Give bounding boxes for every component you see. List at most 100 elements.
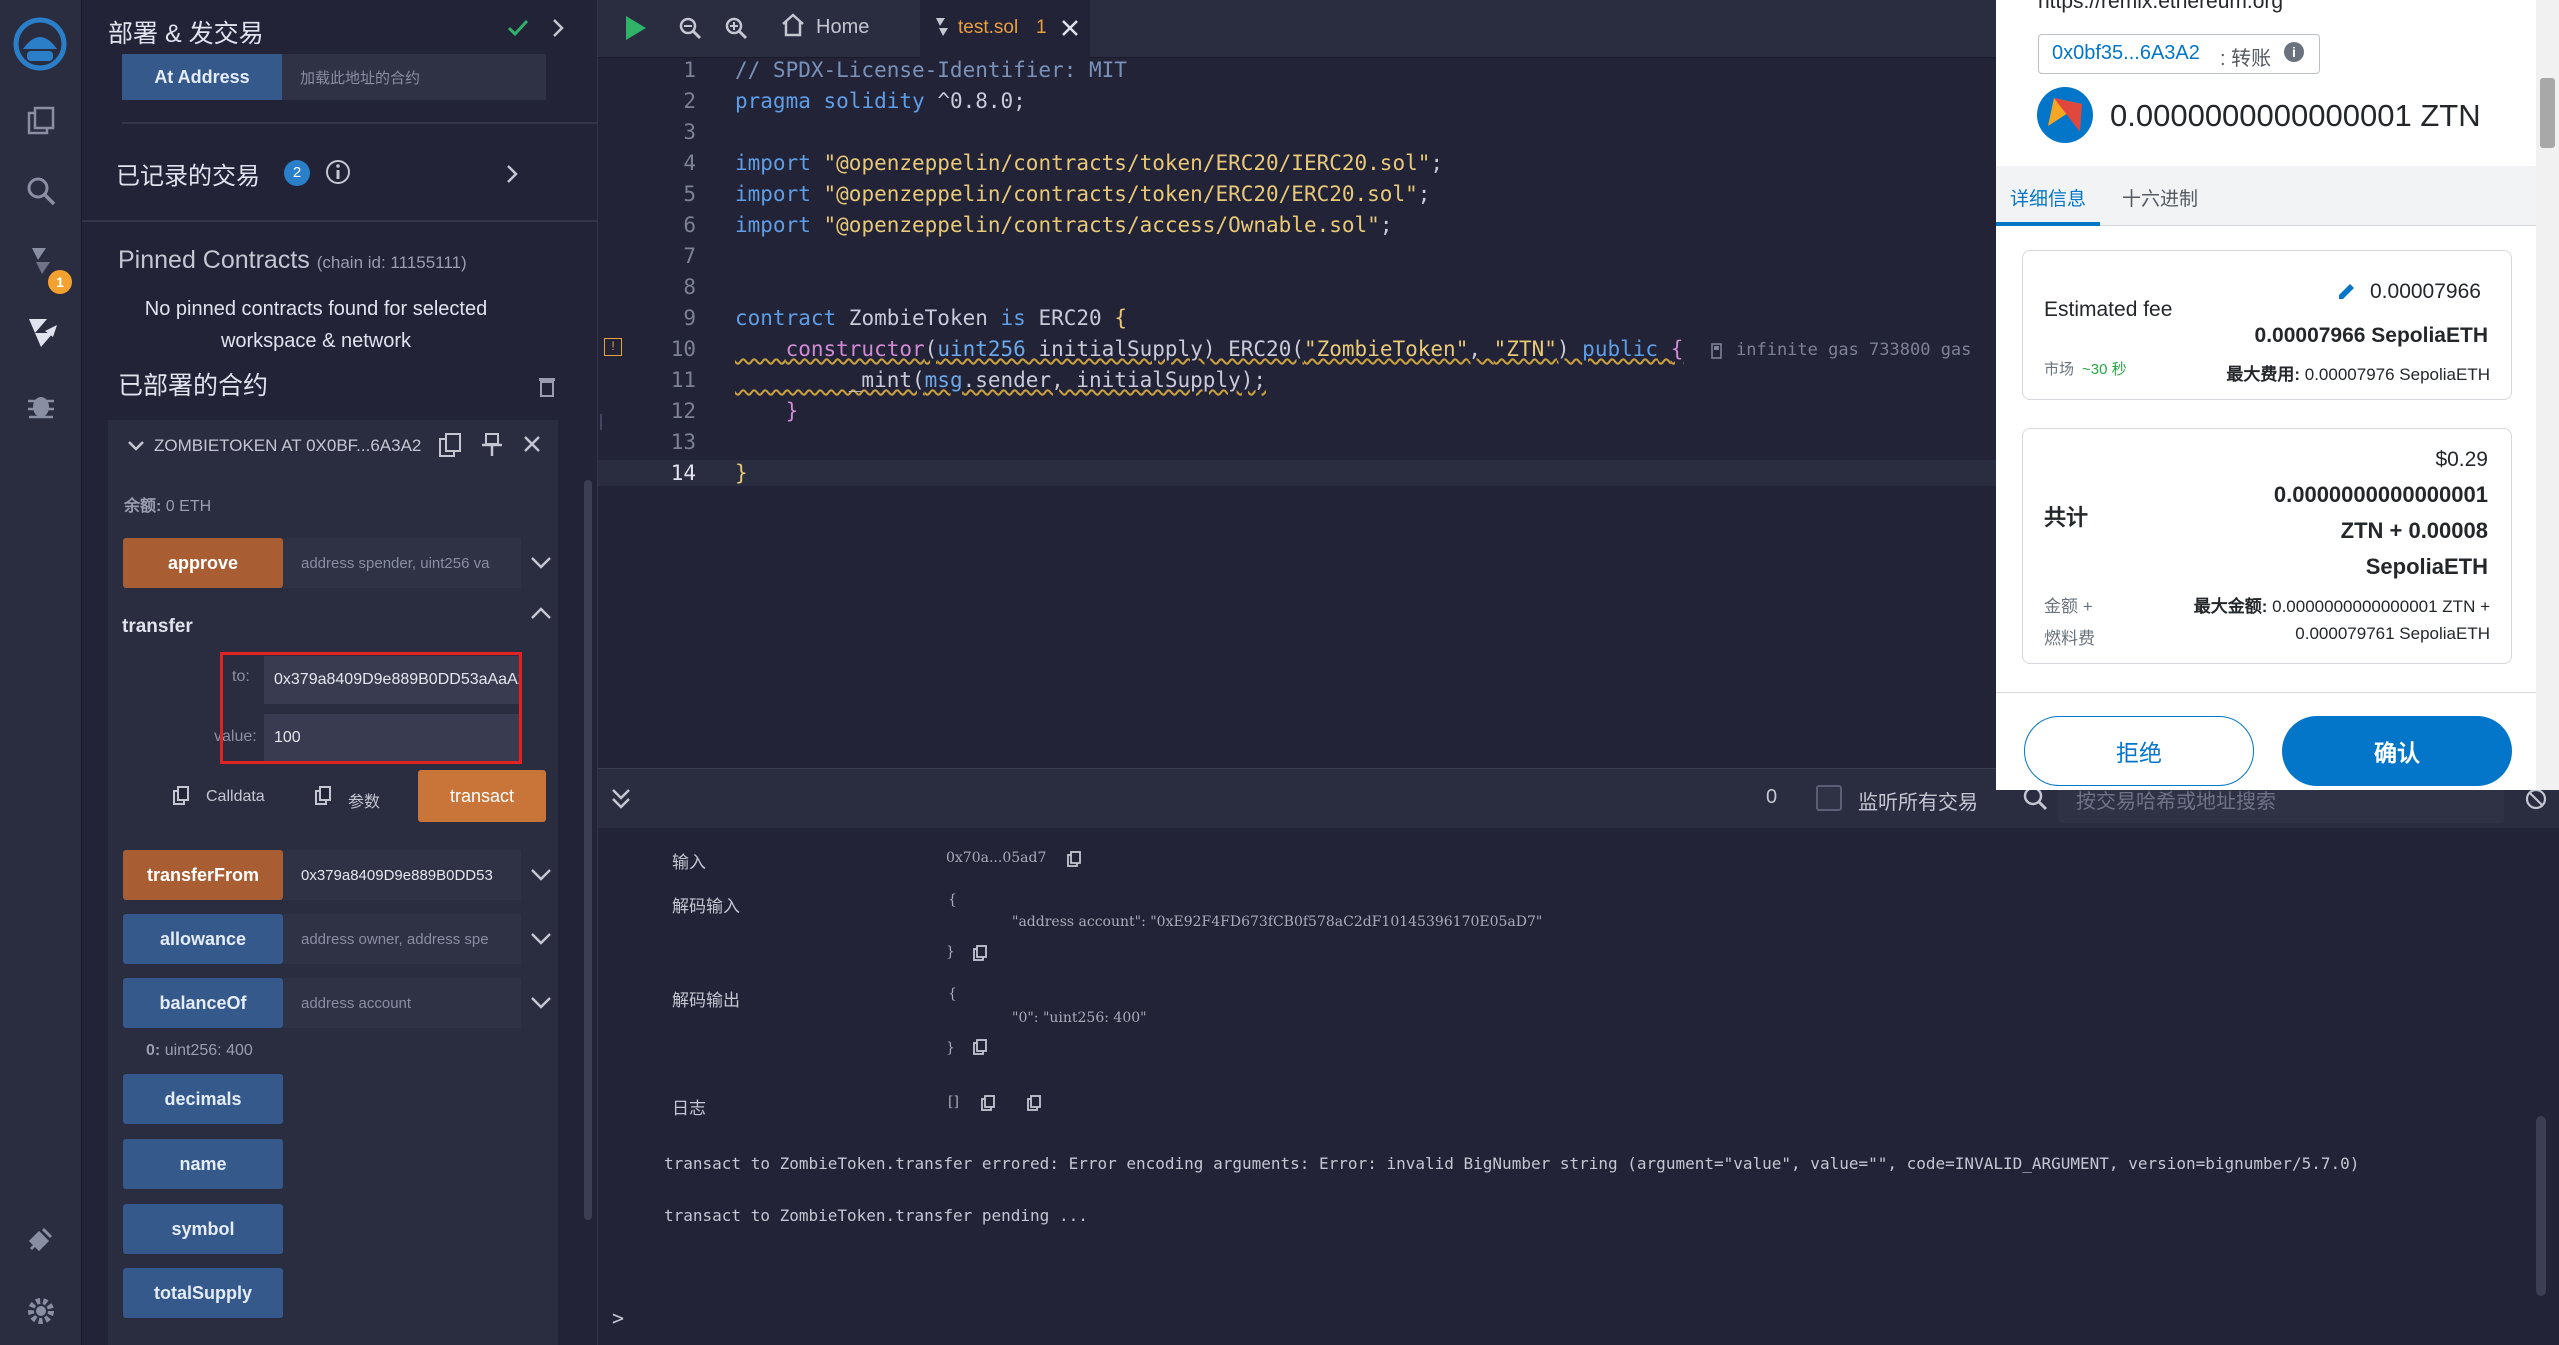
code-line: constructor(uint256 initialSupply) ERC20… xyxy=(785,337,1684,361)
terminal-scrollbar[interactable] xyxy=(2536,1116,2546,1296)
icon-rail: 1 xyxy=(0,0,82,1345)
copy-params-icon[interactable] xyxy=(314,786,332,806)
transferfrom-button[interactable]: transferFrom xyxy=(123,850,283,900)
run-icon[interactable] xyxy=(622,14,648,42)
transact-button[interactable]: transact xyxy=(418,770,546,822)
copy-logs-alt-icon[interactable] xyxy=(1026,1094,1042,1112)
copy-input-icon[interactable] xyxy=(1066,850,1082,868)
at-address-input[interactable]: 加载此地址的合约 xyxy=(282,54,546,100)
code-line: import "@openzeppelin/contracts/token/ER… xyxy=(735,182,1431,206)
code-line: _mint(msg.sender, initialSupply); xyxy=(735,368,1267,392)
code-line: import "@openzeppelin/contracts/access/O… xyxy=(735,213,1393,237)
clear-console-icon[interactable] xyxy=(2524,787,2548,811)
code-line: } xyxy=(785,399,799,423)
approve-input[interactable]: address spender, uint256 va xyxy=(283,538,521,588)
symbol-button[interactable]: symbol xyxy=(123,1204,283,1254)
decoded-input-value: "address account": "0xE92F4FD673fCB0f578… xyxy=(1012,914,1543,930)
address-action: : 转账 xyxy=(2220,48,2272,70)
params-label[interactable]: 参数 xyxy=(348,788,380,812)
line-number: 8 xyxy=(683,275,696,299)
zoom-in-icon[interactable] xyxy=(724,16,748,40)
indent-guide xyxy=(600,414,662,430)
pin-icon[interactable] xyxy=(480,432,504,458)
copy-address-icon[interactable] xyxy=(438,432,462,458)
balanceof-input[interactable]: address account xyxy=(283,978,521,1028)
transferfrom-input[interactable]: 0x379a8409D9e889B0DD53 xyxy=(283,850,521,900)
deploy-run-icon[interactable] xyxy=(20,312,62,354)
close-tab-icon[interactable] xyxy=(1060,18,1080,38)
popup-scrollbar-thumb[interactable] xyxy=(2540,78,2555,148)
terminal-prompt[interactable]: > xyxy=(612,1306,624,1330)
balanceof-expand-icon[interactable] xyxy=(528,990,554,1016)
copy-logs-icon[interactable] xyxy=(980,1094,996,1112)
double-chevron-down-icon[interactable] xyxy=(610,787,632,811)
edit-fee-icon[interactable] xyxy=(2336,280,2358,302)
copy-calldata-icon[interactable] xyxy=(172,786,190,806)
zoom-out-icon[interactable] xyxy=(678,16,702,40)
input-label: 输入 xyxy=(672,853,706,872)
totalsupply-button[interactable]: totalSupply xyxy=(123,1268,283,1318)
confirm-button[interactable]: 确认 xyxy=(2282,716,2512,786)
settings-gear-icon[interactable] xyxy=(20,1290,62,1332)
total-usd: $0.29 xyxy=(2435,448,2488,471)
origin-url: https://remix.ethereum.org xyxy=(2038,0,2284,13)
total-label: 共计 xyxy=(2044,505,2089,530)
reject-button[interactable]: 拒绝 xyxy=(2024,716,2254,786)
debugger-icon[interactable] xyxy=(20,384,62,426)
address-info-icon[interactable]: i xyxy=(2284,42,2304,62)
copy-decoded-input-icon[interactable] xyxy=(972,944,988,962)
line-number: 10 xyxy=(670,337,696,361)
current-line-highlight xyxy=(598,460,1996,486)
token-logo-icon xyxy=(2036,86,2094,144)
file-explorer-icon[interactable] xyxy=(20,100,62,142)
name-button[interactable]: name xyxy=(123,1139,283,1189)
amount-gas-label2: 燃料费 xyxy=(2044,629,2095,648)
listen-label: 监听所有交易 xyxy=(1858,792,1978,814)
decoded-input-close: } xyxy=(946,944,955,960)
allowance-expand-icon[interactable] xyxy=(528,926,554,952)
transfer-collapse-icon[interactable] xyxy=(528,600,554,626)
info-icon[interactable] xyxy=(324,158,352,186)
line-number: 1 xyxy=(683,58,696,82)
balance: 余额: 0 ETH xyxy=(124,492,211,516)
panel-scrollbar[interactable] xyxy=(584,480,592,1220)
contract-name: ZOMBIETOKEN AT 0X0BF...6A3A2 xyxy=(154,436,422,455)
remix-logo-icon[interactable] xyxy=(10,14,70,74)
plugin-manager-icon[interactable] xyxy=(20,1218,62,1260)
collapse-chevron-icon[interactable] xyxy=(126,436,146,456)
highlight-box xyxy=(220,652,522,764)
recorded-tx-chevron-icon[interactable] xyxy=(502,162,524,186)
market-time: ~30 秒 xyxy=(2082,361,2127,378)
fee-big: 0.00007966 SepoliaETH xyxy=(2254,324,2488,347)
chevron-right-icon[interactable] xyxy=(548,16,570,40)
decoded-output-open: { xyxy=(948,986,957,1002)
line-number: 4 xyxy=(683,151,696,175)
search-icon[interactable] xyxy=(20,170,62,212)
transferfrom-expand-icon[interactable] xyxy=(528,862,554,888)
gas-estimate: infinite gas 733800 gas xyxy=(1736,340,1972,360)
metamask-popup: https://remix.ethereum.org 0x0bf35...6A3… xyxy=(1996,0,2536,790)
listen-checkbox[interactable] xyxy=(1816,785,1842,811)
pinned-title: Pinned Contracts (chain id: 11155111) xyxy=(118,246,467,275)
compiler-badge: 1 xyxy=(48,270,72,294)
approve-button[interactable]: approve xyxy=(123,538,283,588)
allowance-input[interactable]: address owner, address spe xyxy=(283,914,521,964)
decimals-button[interactable]: decimals xyxy=(123,1074,283,1124)
tab-hex[interactable]: 十六进制 xyxy=(2122,184,2198,211)
panel-title: 部署 & 发交易 xyxy=(108,20,264,48)
allowance-button[interactable]: allowance xyxy=(123,914,283,964)
calldata-label[interactable]: Calldata xyxy=(206,788,265,806)
trash-icon[interactable] xyxy=(536,374,558,398)
line-number: 7 xyxy=(683,244,696,268)
tab-home[interactable]: Home xyxy=(816,16,869,39)
balanceof-button[interactable]: balanceOf xyxy=(123,978,283,1028)
close-icon[interactable] xyxy=(522,434,542,454)
line-number: 13 xyxy=(670,430,696,454)
home-icon[interactable] xyxy=(780,12,806,38)
at-address-button[interactable]: At Address xyxy=(122,54,282,100)
tab-details[interactable]: 详细信息 xyxy=(2010,184,2086,211)
copy-decoded-output-icon[interactable] xyxy=(972,1038,988,1056)
max-fee: 最大费用: 0.00007976 SepoliaETH xyxy=(2180,360,2490,385)
approve-expand-icon[interactable] xyxy=(528,550,554,576)
line-number: 5 xyxy=(683,182,696,206)
